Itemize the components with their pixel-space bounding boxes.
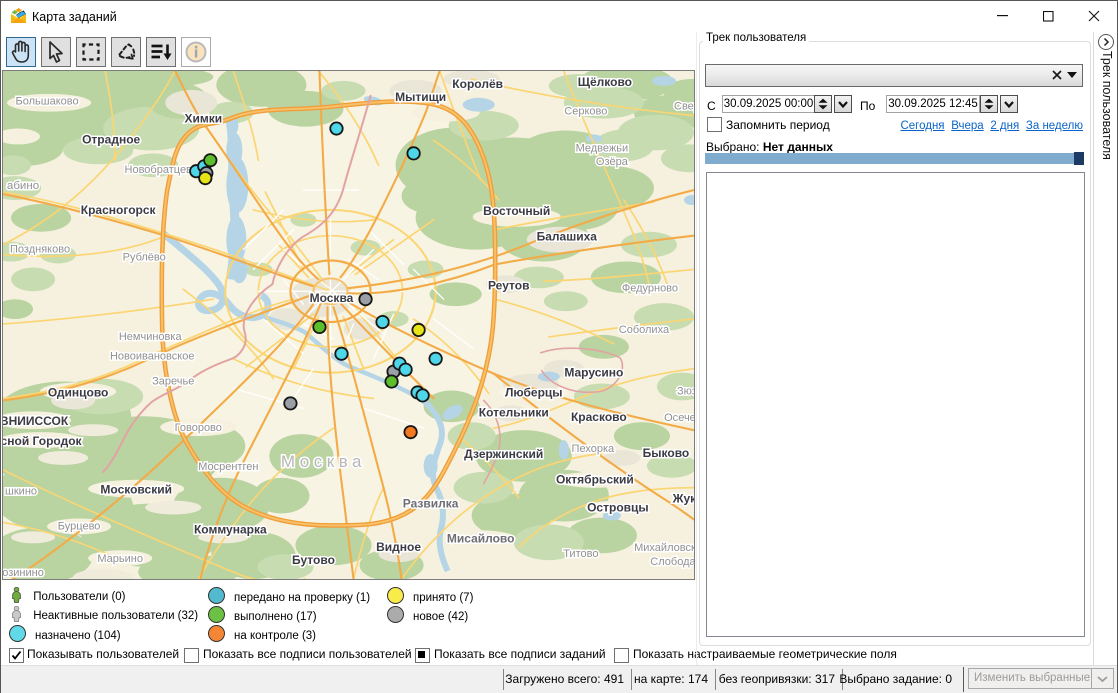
svg-text:Котельники: Котельники bbox=[479, 405, 549, 419]
svg-text:Поздняково: Поздняково bbox=[10, 244, 70, 256]
svg-text:Бутово: Бутово bbox=[292, 553, 335, 567]
svg-text:Химки: Химки bbox=[184, 112, 222, 126]
svg-text:Королёв: Королёв bbox=[452, 77, 503, 91]
svg-text:Михайловск: Михайловск bbox=[634, 542, 694, 554]
svg-text:Москва: Москва bbox=[310, 291, 354, 305]
svg-text:абино: абино bbox=[7, 180, 39, 192]
svg-text:Реутов: Реутов bbox=[488, 278, 530, 292]
svg-text:Балашиха: Балашиха bbox=[537, 230, 598, 244]
svg-text:Быково: Быково bbox=[643, 446, 690, 460]
svg-text:сной Городок: сной Городок bbox=[3, 434, 82, 448]
svg-text:Красково: Красково bbox=[571, 410, 627, 424]
svg-text:Слобода: Слобода bbox=[650, 556, 694, 568]
svg-text:Жуко: Жуко bbox=[672, 492, 694, 506]
svg-text:Москва: Москва bbox=[281, 452, 366, 471]
svg-text:Люберцы: Люберцы bbox=[505, 385, 563, 399]
svg-text:Марьино: Марьино bbox=[97, 553, 143, 565]
svg-text:Московский: Московский bbox=[100, 483, 172, 497]
svg-text:Говорово: Говорово bbox=[175, 422, 222, 434]
svg-text:Федурново: Федурново bbox=[622, 282, 678, 294]
svg-text:Свер: Свер bbox=[674, 101, 694, 113]
svg-text:Бурцево: Бурцево bbox=[58, 520, 101, 532]
svg-text:Одинцово: Одинцово bbox=[48, 385, 109, 399]
svg-text:Новоивановское: Новоивановское bbox=[110, 351, 194, 363]
svg-text:озинино: озинино bbox=[3, 567, 44, 579]
svg-text:Осече: Осече bbox=[664, 412, 694, 424]
svg-text:Титово: Титово bbox=[563, 548, 598, 560]
svg-text:Мисайлово: Мисайлово bbox=[447, 531, 515, 545]
svg-text:Медвежьи: Медвежьи bbox=[576, 142, 629, 154]
svg-text:Заречье: Заречье bbox=[152, 376, 194, 388]
svg-text:Новобратцево: Новобратцево bbox=[125, 164, 198, 176]
svg-text:Мосрентген: Мосрентген bbox=[198, 461, 258, 473]
svg-text:Немчиновка: Немчиновка bbox=[119, 331, 183, 343]
svg-text:Озёра: Озёра bbox=[596, 156, 629, 168]
svg-text:Видное: Видное bbox=[376, 540, 421, 554]
svg-text:Щёлково: Щёлково bbox=[578, 75, 632, 89]
svg-text:Красногорск: Красногорск bbox=[81, 203, 156, 217]
svg-text:Мытищи: Мытищи bbox=[395, 90, 446, 104]
svg-text:Октябрьский: Октябрьский bbox=[556, 473, 634, 487]
svg-text:Соболиха: Соболиха bbox=[619, 324, 670, 336]
svg-text:ВНИИССОК: ВНИИССОК bbox=[3, 414, 69, 428]
svg-text:Рублёво: Рублёво bbox=[123, 252, 166, 264]
svg-text:Большаково: Большаково bbox=[16, 96, 79, 108]
svg-text:Восточный: Восточный bbox=[483, 204, 550, 218]
svg-text:Развилка: Развилка bbox=[403, 497, 459, 511]
svg-text:Марусино: Марусино bbox=[564, 366, 623, 380]
svg-text:Коммунарка: Коммунарка bbox=[194, 522, 267, 536]
svg-text:Серково: Серково bbox=[564, 106, 607, 118]
svg-text:шкино: шкино bbox=[5, 486, 37, 498]
svg-text:Островцы: Островцы bbox=[587, 501, 649, 515]
svg-text:Отрадное: Отрадное bbox=[82, 132, 140, 146]
svg-text:Зюз: Зюз bbox=[677, 385, 694, 397]
svg-text:Дзержинский: Дзержинский bbox=[464, 447, 543, 461]
svg-text:Пехорка: Пехорка bbox=[572, 443, 615, 455]
